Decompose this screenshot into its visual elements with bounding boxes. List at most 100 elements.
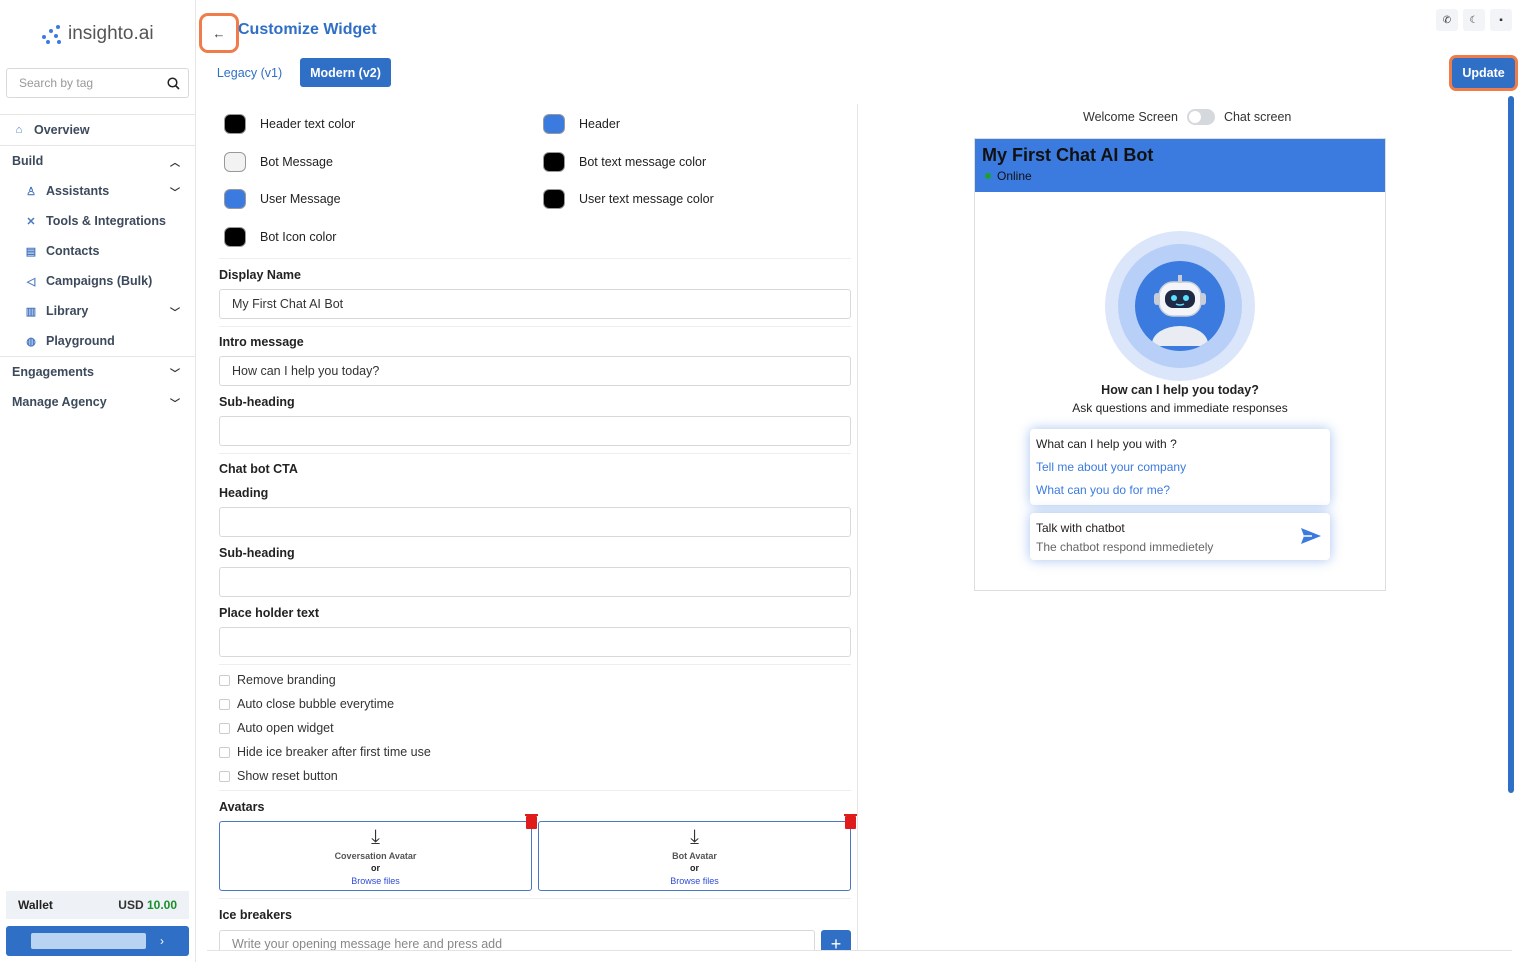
ice-breaker-input[interactable]: Write your opening message here and pres…	[219, 930, 815, 950]
search-input[interactable]: Search by tag	[6, 68, 189, 98]
color-label: Bot Icon color	[260, 230, 337, 244]
color-bot-icon[interactable]: Bot Icon color	[224, 227, 336, 247]
bot-avatar	[1105, 231, 1255, 381]
cta-card[interactable]: Talk with chatbot The chatbot respond im…	[1030, 513, 1330, 560]
page-title: Customize Widget	[238, 21, 377, 38]
tools-icon: ✕	[26, 215, 36, 228]
placeholder-text-input[interactable]	[219, 627, 851, 657]
color-header-text[interactable]: Header text color	[224, 114, 355, 134]
preview-title: My First Chat AI Bot	[982, 145, 1154, 165]
bot-avatar-upload[interactable]: ⤓ Bot Avatar or Browse files	[538, 821, 851, 891]
color-swatch[interactable]	[224, 152, 246, 172]
color-swatch[interactable]	[543, 152, 565, 172]
color-bot-message[interactable]: Bot Message	[224, 152, 333, 172]
color-header[interactable]: Header	[543, 114, 620, 134]
checkbox[interactable]	[219, 770, 230, 782]
preview-question: How can I help you today?	[1101, 383, 1259, 397]
wallet-balance: USD 10.00	[118, 898, 177, 912]
sidebar-item-label: Manage Agency	[12, 395, 107, 409]
horizontal-scrollbar[interactable]	[207, 950, 1512, 951]
home-icon: ⌂	[15, 124, 23, 136]
placeholder-text-label: Place holder text	[219, 606, 320, 620]
top-toolbar: ✆ ☾ ▪	[1436, 9, 1512, 31]
sidebar-item-assistants[interactable]: ♙ Assistants ﹀	[0, 176, 196, 206]
browse-files-link[interactable]: Browse files	[351, 876, 400, 886]
color-label: User text message color	[579, 192, 714, 206]
cta-subheading-label: Sub-heading	[219, 546, 295, 560]
sidebar-item-contacts[interactable]: ▤ Contacts	[0, 236, 196, 266]
phone-icon[interactable]: ✆	[1436, 9, 1458, 31]
tab-modern[interactable]: Modern (v2)	[300, 58, 391, 87]
color-bot-text[interactable]: Bot text message color	[543, 152, 706, 172]
checkbox-show-reset[interactable]: Show reset button	[219, 769, 338, 783]
cta-heading-input[interactable]	[219, 507, 851, 537]
color-user-message[interactable]: User Message	[224, 189, 341, 209]
sidebar-item-tools[interactable]: ✕ Tools & Integrations	[0, 206, 196, 236]
chevron-down-icon: ﹀	[170, 398, 180, 410]
color-swatch[interactable]	[224, 114, 246, 134]
widget-preview: My First Chat AI Bot Online How can I he…	[974, 138, 1386, 591]
vertical-scrollbar[interactable]	[1508, 96, 1514, 793]
sidebar-item-label: Overview	[34, 123, 90, 137]
color-swatch[interactable]	[224, 227, 246, 247]
delete-conversation-avatar-icon[interactable]	[525, 814, 538, 829]
brand-logo[interactable]: insighto.ai	[40, 20, 154, 48]
browse-files-link[interactable]: Browse files	[670, 876, 719, 886]
screen-toggle-switch[interactable]	[1186, 109, 1215, 125]
checkbox[interactable]	[219, 698, 230, 710]
checkbox-remove-branding[interactable]: Remove branding	[219, 673, 336, 687]
sidebar-item-library[interactable]: ▥ Library ﹀	[0, 296, 196, 326]
chevron-up-icon: ︿	[170, 157, 180, 169]
checkbox-label: Show reset button	[237, 769, 338, 783]
send-icon[interactable]	[1300, 527, 1322, 545]
ice-breakers-label: Ice breakers	[219, 908, 292, 922]
sidebar-section-build[interactable]: Build ︿	[0, 146, 196, 176]
moon-icon[interactable]: ☾	[1463, 9, 1485, 31]
sidebar-item-label: Tools & Integrations	[46, 214, 166, 228]
subheading-input[interactable]	[219, 416, 851, 446]
cta-subheading-input[interactable]	[219, 567, 851, 597]
conversation-avatar-upload[interactable]: ⤓ Coversation Avatar or Browse files	[219, 821, 532, 891]
color-swatch[interactable]	[543, 189, 565, 209]
checkbox[interactable]	[219, 674, 230, 686]
checkbox-auto-open[interactable]: Auto open widget	[219, 721, 334, 735]
sidebar-item-campaigns[interactable]: ◁ Campaigns (Bulk)	[0, 266, 196, 296]
cta-section-title: Chat bot CTA	[219, 462, 298, 476]
sidebar-item-label: Engagements	[12, 365, 94, 379]
sidebar-section-engagements[interactable]: Engagements ﹀	[0, 357, 196, 387]
sidebar-item-playground[interactable]: ◍ Playground	[0, 326, 196, 356]
intro-message-input[interactable]: How can I help you today?	[219, 356, 851, 386]
user-icon: ♙	[26, 185, 36, 198]
sidebar-item-overview[interactable]: ⌂ Overview	[0, 115, 196, 145]
cta-title: Talk with chatbot	[1036, 521, 1125, 535]
sidebar-item-label: Playground	[46, 334, 115, 348]
update-button[interactable]: Update	[1449, 55, 1518, 91]
display-name-input[interactable]: My First Chat AI Bot	[219, 289, 851, 319]
checkbox-auto-close[interactable]: Auto close bubble everytime	[219, 697, 394, 711]
checkbox-hide-ice-breaker[interactable]: Hide ice breaker after first time use	[219, 745, 431, 759]
sidebar-nav: ⌂ Overview Build ︿ ♙ Assistants ﹀ ✕ Tool…	[0, 114, 196, 417]
chevron-down-icon: ﹀	[170, 368, 180, 380]
checkbox-label: Auto open widget	[237, 721, 334, 735]
cta-subtitle: The chatbot respond immedietely	[1036, 540, 1214, 554]
back-button[interactable]: ←	[199, 13, 239, 53]
checkbox-label: Remove branding	[237, 673, 336, 687]
help-icon[interactable]: ▪	[1490, 9, 1512, 31]
color-swatch[interactable]	[224, 189, 246, 209]
account-button[interactable]: ›	[6, 926, 189, 956]
color-user-text[interactable]: User text message color	[543, 189, 714, 209]
checkbox[interactable]	[219, 722, 230, 734]
search-icon[interactable]	[167, 76, 180, 90]
tab-legacy[interactable]: Legacy (v1)	[207, 58, 292, 87]
delete-bot-avatar-icon[interactable]	[844, 814, 857, 829]
suggestion-item[interactable]: Tell me about your company	[1036, 460, 1324, 474]
robot-icon	[1152, 275, 1208, 346]
suggestion-item[interactable]: What can you do for me?	[1036, 483, 1324, 497]
checkbox[interactable]	[219, 746, 230, 758]
account-name-redacted	[31, 933, 146, 949]
add-ice-breaker-button[interactable]: +	[821, 930, 851, 950]
widget-settings-form: Header text color Header Bot Message Bot…	[207, 104, 858, 950]
sidebar-section-manage-agency[interactable]: Manage Agency ﹀	[0, 387, 196, 417]
color-swatch[interactable]	[543, 114, 565, 134]
checkbox-label: Auto close bubble everytime	[237, 697, 395, 711]
